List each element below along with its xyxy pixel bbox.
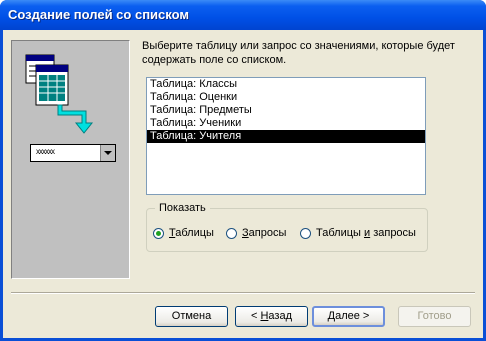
- cancel-button[interactable]: Отмена: [155, 306, 228, 327]
- next-button[interactable]: Далее >: [312, 306, 385, 327]
- separator: [11, 292, 475, 294]
- finish-button[interactable]: Готово: [398, 306, 471, 327]
- radio-tables-and-queries[interactable]: Таблицы и запросы: [300, 227, 416, 239]
- list-item-selected[interactable]: Таблица: Учителя: [147, 130, 425, 143]
- table-list[interactable]: Таблица: Классы Таблица: Оценки Таблица:…: [146, 77, 426, 195]
- wizard-prompt: Выберите таблицу или запрос со значениям…: [142, 40, 455, 66]
- radio-tables[interactable]: Таблицы: [153, 227, 214, 239]
- radio-label: Запросы: [242, 227, 287, 239]
- group-legend: Показать: [155, 202, 210, 214]
- list-item[interactable]: Таблица: Ученики: [147, 117, 425, 130]
- wizard-body: xxxxxx Выберите таблицу или запрос со зн…: [3, 30, 483, 338]
- radio-label: Таблицы и запросы: [316, 227, 416, 239]
- back-button[interactable]: < Назад: [235, 306, 308, 327]
- sample-combo-text: xxxxxx: [36, 147, 55, 156]
- wizard-illustration: xxxxxx: [11, 40, 130, 279]
- chevron-down-icon: [100, 145, 115, 161]
- wizard-window: Создание полей со списком xxxxxx Выберит…: [0, 0, 486, 341]
- radio-button[interactable]: [300, 227, 311, 239]
- radio-queries[interactable]: Запросы: [226, 227, 286, 239]
- list-item[interactable]: Таблица: Предметы: [147, 104, 425, 117]
- radio-button[interactable]: [153, 227, 164, 239]
- radio-label: Таблицы: [169, 227, 214, 239]
- title-bar[interactable]: Создание полей со списком: [0, 0, 486, 30]
- show-options-group: Показать Таблицы Запросы Таблицы и запро…: [146, 202, 428, 252]
- sample-combo-box: xxxxxx: [30, 144, 116, 162]
- list-item[interactable]: Таблица: Оценки: [147, 91, 425, 104]
- radio-button[interactable]: [226, 227, 237, 239]
- list-item[interactable]: Таблица: Классы: [147, 78, 425, 91]
- window-title: Создание полей со списком: [8, 7, 189, 22]
